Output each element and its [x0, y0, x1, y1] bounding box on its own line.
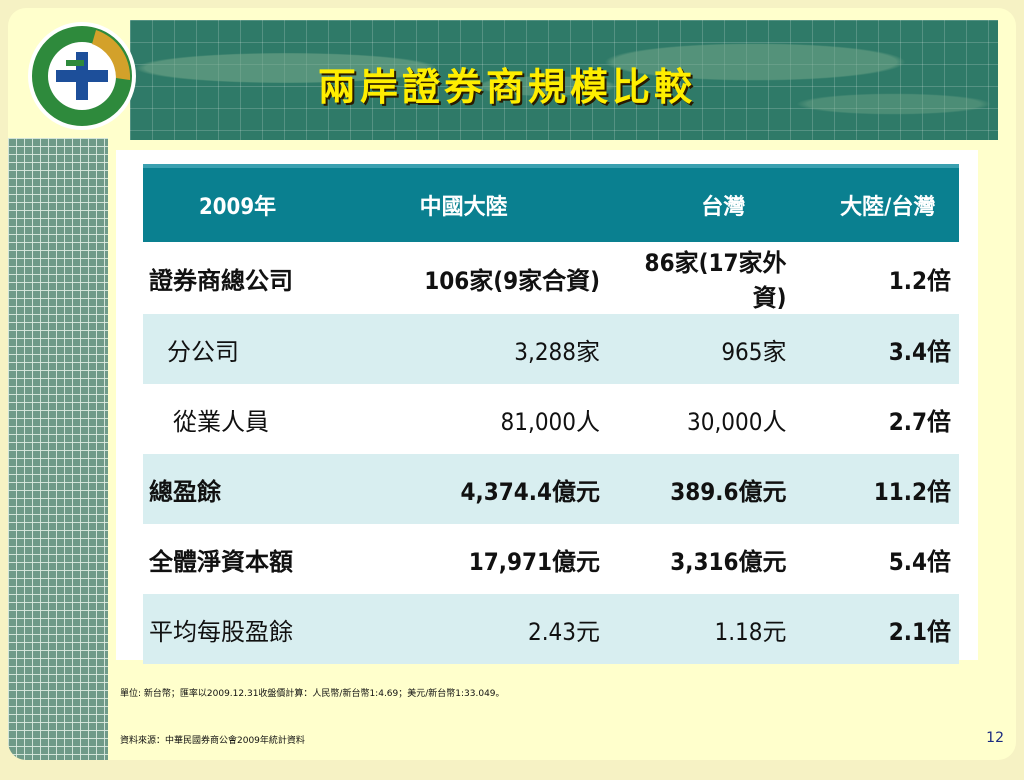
cell-ratio: 1.2倍: [888, 266, 951, 295]
row-label: 總盈餘: [143, 454, 402, 524]
header-ratio: 大陸/台灣: [816, 164, 959, 242]
table-row: 平均每股盈餘 2.43元 1.18元 2.1倍: [143, 594, 959, 664]
cell-ratio: 3.4倍: [816, 314, 959, 384]
cell-taiwan: 1.18元: [630, 594, 817, 664]
cell-taiwan: 965家: [630, 314, 817, 384]
table-row: 證券商總公司 106家(9家合資) 86家(17家外資) 1.2倍: [143, 242, 959, 314]
table-row: 總盈餘 4,374.4億元 389.6億元 11.2倍: [143, 454, 959, 524]
left-grid-decoration: [8, 138, 108, 760]
table-header-row: 2009年 中國大陸 台灣 大陸/台灣: [143, 164, 959, 242]
cell-ratio: 5.4倍: [888, 547, 951, 576]
comparison-table: 2009年 中國大陸 台灣 大陸/台灣 證券商總公司 106家(9家合資) 86…: [143, 164, 959, 664]
cell-china: 4,374.4億元: [401, 454, 631, 524]
row-label: 從業人員: [173, 407, 269, 436]
cell-taiwan: 86家(17家外資): [644, 249, 787, 312]
table-row: 分公司 3,288家 965家 3.4倍: [143, 314, 959, 384]
unit-note: 單位: 新台幣；匯率以2009.12.31收盤價計算：人民幣/新台幣1:4.69…: [120, 689, 505, 699]
header-china: 中國大陸: [401, 164, 631, 242]
row-label: 證券商總公司: [149, 266, 293, 295]
cell-taiwan: 389.6億元: [630, 454, 817, 524]
table-row: 從業人員 81,000人 30,000人 2.7倍: [143, 384, 959, 454]
row-label: 平均每股盈餘: [143, 594, 402, 664]
cell-ratio: 11.2倍: [816, 454, 959, 524]
cell-china: 2.43元: [401, 594, 631, 664]
cell-taiwan: 3,316億元: [670, 547, 787, 576]
page-number: 12: [986, 730, 1004, 746]
header-taiwan: 台灣: [630, 164, 817, 242]
cell-taiwan: 30,000人: [686, 407, 787, 436]
footnotes: 單位: 新台幣；匯率以2009.12.31收盤價計算：人民幣/新台幣1:4.69…: [120, 686, 505, 780]
header-year: 2009年: [143, 164, 402, 242]
cell-ratio: 2.7倍: [888, 407, 951, 436]
comparison-table-card: 2009年 中國大陸 台灣 大陸/台灣 證券商總公司 106家(9家合資) 86…: [116, 150, 978, 664]
cell-china: 17,971億元: [468, 547, 601, 576]
table-row: 全體淨資本額 17,971億元 3,316億元 5.4倍: [143, 524, 959, 594]
slide-title: 兩岸證券商規模比較: [318, 64, 697, 109]
cell-china: 3,288家: [401, 314, 631, 384]
logo-icon: [26, 20, 138, 132]
row-label: 分公司: [143, 314, 402, 384]
cell-ratio: 2.1倍: [816, 594, 959, 664]
cell-china: 106家(9家合資): [424, 266, 601, 295]
row-label: 全體淨資本額: [149, 547, 293, 576]
cell-china: 81,000人: [500, 407, 601, 436]
source-note: 資料來源：中華民國券商公會2009年統計資料: [120, 736, 305, 746]
